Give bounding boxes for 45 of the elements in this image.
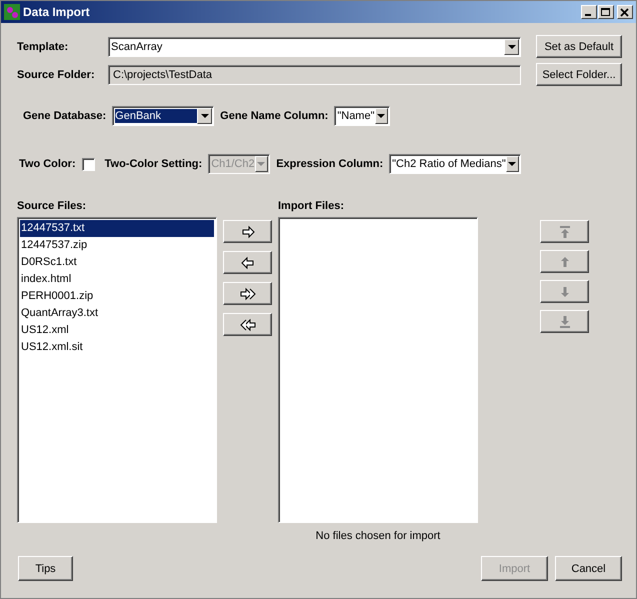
source-files-label: Source Files: [17,200,88,212]
close-button[interactable] [617,5,633,19]
dialog-button[interactable]: Cancel [555,556,622,581]
import-files-label: Import Files: [278,200,346,212]
file-item[interactable]: 12447537.zip [20,237,214,254]
expression-column-label: Expression Column: [276,158,384,170]
minimize-button[interactable] [581,5,597,19]
gene-name-column-dropdown[interactable]: "Name" [334,106,390,126]
add-all-arrow-icon [240,286,256,302]
maximize-button[interactable] [598,5,614,19]
transfer-button[interactable] [223,313,272,336]
transfer-button[interactable] [223,251,272,274]
dialog-button[interactable]: Tips [18,556,73,581]
file-item[interactable]: QuantArray3.txt [20,305,214,322]
file-item[interactable]: PERH0001.zip [20,288,214,305]
maximize-icon [601,8,611,16]
file-item[interactable]: 12447537.txt [20,220,214,237]
close-icon [620,8,630,16]
gene-database-dropdown[interactable]: GenBank [112,106,214,126]
status-message: No files chosen for import [316,530,440,542]
window-title: Data Import [23,5,91,19]
gene-name-column-label: Gene Name Column: [220,110,328,122]
remove-arrow-icon [240,254,256,270]
two-color-setting-label: Two-Color Setting: [104,158,202,170]
source-files-list[interactable]: 12447537.txt 12447537.zip D0RSc1.txt index.html PERH0001.zip QuantArray3.txt US12.xml US12.xml.sit [17,217,217,523]
gene-database-label: Gene Database: [23,110,106,122]
two-color-label: Two Color: [19,158,76,170]
remove-all-arrow-icon [240,316,256,332]
file-item[interactable]: US12.xml.sit [20,339,214,356]
minimize-icon [585,14,591,16]
expression-column-dropdown[interactable]: "Ch2 Ratio of Medians" [389,154,522,174]
select-folder-button[interactable]: Select Folder... [536,63,622,86]
file-item[interactable]: index.html [20,271,214,288]
transfer-button[interactable] [223,282,272,305]
two-color-checkbox[interactable] [82,158,95,170]
file-item[interactable]: D0RSc1.txt [20,254,214,271]
app-icon [4,4,20,20]
add-arrow-icon [240,224,256,240]
set-default-button[interactable]: Set as Default [536,35,622,58]
template-label: Template: [17,40,70,52]
source-folder-field[interactable]: C:\projects\TestData [108,64,521,84]
source-folder-label: Source Folder: [17,68,96,80]
file-item[interactable]: US12.xml [20,322,214,339]
transfer-button[interactable] [223,220,272,243]
template-dropdown[interactable]: ScanArray [108,36,521,56]
